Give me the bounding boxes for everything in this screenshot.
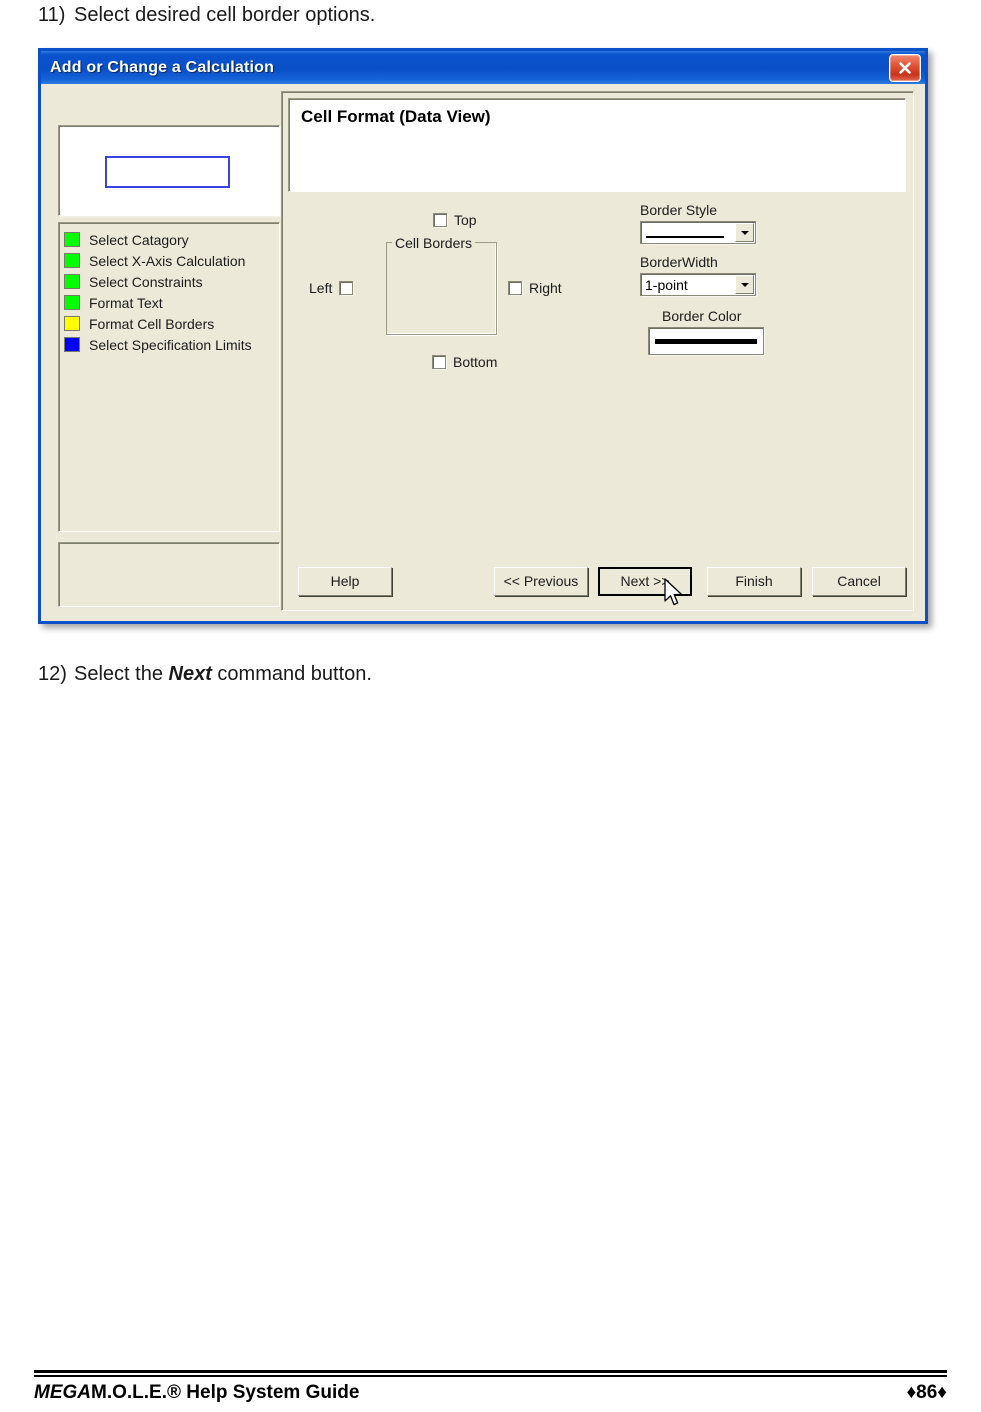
status-swatch-icon <box>64 295 80 310</box>
footer-divider-secondary <box>34 1375 947 1377</box>
checkbox-right[interactable]: Right <box>508 280 562 296</box>
border-style-controls: Border Style BorderWidth 1-point Border … <box>640 202 860 355</box>
wizard-sidebar: Select Catagory Select X-Axis Calculatio… <box>58 125 280 607</box>
cell-borders-groupbox <box>386 242 497 335</box>
border-color-control: Border Color <box>640 308 860 355</box>
sidebar-item-select-x-axis-calculation[interactable]: Select X-Axis Calculation <box>64 250 275 271</box>
step-11-number: 11) <box>38 4 66 26</box>
border-width-value: 1-point <box>645 276 688 293</box>
step-12-text: 12) Select the Next command button. <box>38 661 372 687</box>
border-style-label: Border Style <box>640 202 718 218</box>
checkbox-bottom[interactable]: Bottom <box>432 354 497 370</box>
footer-brand-rest: M.O.L.E.® Help System Guide <box>91 1382 360 1403</box>
dialog-body: Select Catagory Select X-Axis Calculatio… <box>41 81 925 621</box>
footer-brand: MEGAM.O.L.E.® Help System Guide <box>34 1382 359 1404</box>
step-12-prefix: Select the <box>74 663 169 685</box>
sidebar-item-select-constraints[interactable]: Select Constraints <box>64 271 275 292</box>
sidebar-item-label: Format Text <box>89 294 163 311</box>
page-number: ♦86♦ <box>906 1382 947 1403</box>
border-style-sample-icon <box>646 236 724 238</box>
step-11-body: Select desired cell border options. <box>74 4 376 26</box>
content-header-panel: Cell Format (Data View) <box>288 98 906 192</box>
cell-preview-pane <box>58 125 280 216</box>
chevron-down-icon[interactable] <box>735 223 754 242</box>
add-or-change-calculation-dialog: Add or Change a Calculation Select Catag… <box>38 48 928 624</box>
status-swatch-icon <box>64 253 80 268</box>
chevron-down-icon[interactable] <box>735 275 754 294</box>
border-style-control: Border Style <box>640 202 860 244</box>
checkbox-box-icon[interactable] <box>432 355 446 369</box>
close-icon[interactable] <box>889 54 921 82</box>
previous-button[interactable]: << Previous <box>493 566 588 596</box>
cancel-button[interactable]: Cancel <box>812 566 906 596</box>
status-swatch-icon <box>64 232 80 247</box>
footer-row: MEGAM.O.L.E.® Help System Guide ♦86♦ <box>34 1382 947 1404</box>
status-swatch-icon <box>64 316 80 331</box>
checkbox-left[interactable]: Left <box>309 280 354 296</box>
border-width-select[interactable]: 1-point <box>640 273 756 296</box>
sidebar-item-label: Select Catagory <box>89 231 189 248</box>
checkbox-box-icon[interactable] <box>508 281 522 295</box>
preview-cell-outline <box>105 156 230 188</box>
sidebar-item-select-catagory[interactable]: Select Catagory <box>64 229 275 250</box>
checkbox-top[interactable]: Top <box>433 212 477 228</box>
checkbox-label: Top <box>454 212 477 228</box>
border-width-label: BorderWidth <box>640 254 718 270</box>
step-12-suffix: command button. <box>211 663 372 685</box>
checkbox-label: Left <box>309 280 333 296</box>
sidebar-item-format-cell-borders[interactable]: Format Cell Borders <box>64 313 275 334</box>
sidebar-item-label: Select X-Axis Calculation <box>89 252 246 269</box>
checkbox-box-icon[interactable] <box>339 281 354 295</box>
cell-borders-area: Cell Borders Top Bottom Left Right <box>290 202 610 387</box>
dialog-button-bar: Help << Previous Next >> Finish Cancel <box>289 560 906 602</box>
status-swatch-icon <box>64 274 80 289</box>
dialog-titlebar[interactable]: Add or Change a Calculation <box>41 48 925 84</box>
sidebar-description-pane <box>58 542 280 607</box>
checkbox-label: Right <box>529 280 562 296</box>
step-11-text: 11) Select desired cell border options. <box>38 2 375 28</box>
page-title: Cell Format (Data View) <box>301 107 491 126</box>
help-button[interactable]: Help <box>298 566 392 596</box>
sidebar-item-label: Select Constraints <box>89 273 203 290</box>
wizard-content-panel: Cell Format (Data View) Cell Borders Top… <box>281 91 914 611</box>
step-12-number: 12) <box>38 663 67 685</box>
border-color-sample-icon <box>655 338 757 344</box>
border-style-select[interactable] <box>640 221 756 244</box>
cell-borders-group-label: Cell Borders <box>392 235 476 251</box>
status-swatch-icon <box>64 337 80 352</box>
sidebar-item-label: Select Specification Limits <box>89 336 252 353</box>
border-width-control: BorderWidth 1-point <box>640 254 860 296</box>
border-color-swatch-button[interactable] <box>648 327 764 355</box>
finish-button[interactable]: Finish <box>707 566 802 596</box>
border-color-label: Border Color <box>662 308 742 324</box>
wizard-steps-list[interactable]: Select Catagory Select X-Axis Calculatio… <box>58 222 280 532</box>
checkbox-label: Bottom <box>453 354 498 370</box>
page-footer: MEGAM.O.L.E.® Help System Guide ♦86♦ <box>34 1370 947 1404</box>
checkbox-box-icon[interactable] <box>433 213 447 227</box>
dialog-title: Add or Change a Calculation <box>50 58 275 76</box>
sidebar-item-label: Format Cell Borders <box>89 315 215 332</box>
next-button[interactable]: Next >> <box>597 566 693 596</box>
footer-brand-emphasis: MEGA <box>34 1382 91 1403</box>
sidebar-item-select-specification-limits[interactable]: Select Specification Limits <box>64 334 275 355</box>
step-12-emphasis: Next <box>168 663 212 685</box>
sidebar-item-format-text[interactable]: Format Text <box>64 292 275 313</box>
